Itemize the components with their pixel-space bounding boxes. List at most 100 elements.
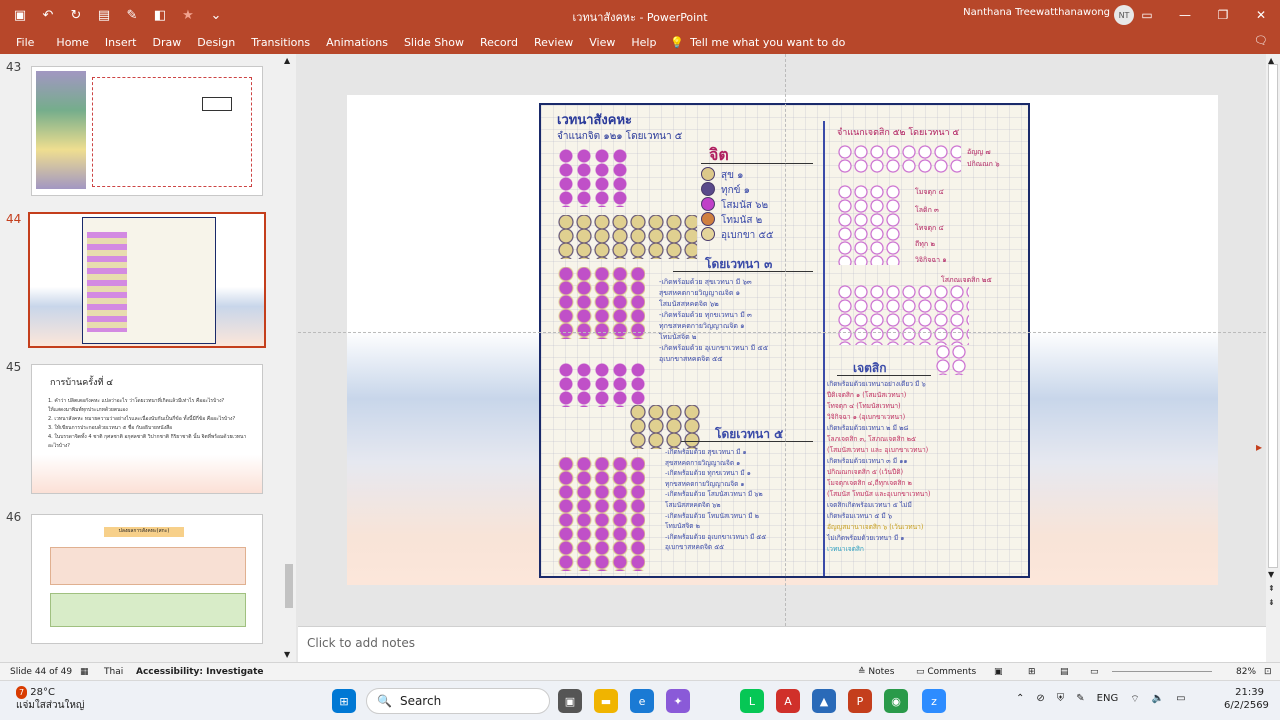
slideshow-view-icon[interactable]: ▭ xyxy=(1090,667,1099,677)
comments-button[interactable]: ▭ Comments xyxy=(916,667,976,677)
star-icon[interactable]: ★ xyxy=(178,8,198,23)
zoom-icon[interactable]: z xyxy=(922,689,946,713)
scroll-down-icon[interactable]: ▼ xyxy=(284,650,290,659)
cetasika-line: (โสมนัส โทมนัส และอุเบกขาเวทนา) xyxy=(827,490,931,498)
cetasika-line: ไม่เกิดพร้อมด้วยเวทนา มี ๑ xyxy=(827,534,905,542)
tell-me-box[interactable]: 💡 Tell me what you want to do xyxy=(670,36,845,49)
volume-icon[interactable]: 🔈 xyxy=(1152,693,1164,706)
windows-taskbar: 7 28°C แจ่มใสส่วนใหญ่ ⊞ 🔍 Search ▣ ▬ e ✦… xyxy=(0,680,1280,720)
accessibility-status[interactable]: Accessibility: Investigate xyxy=(136,667,264,677)
pen-menu-icon[interactable]: ✎ xyxy=(1076,693,1084,706)
pen-icon[interactable]: ✎ xyxy=(122,8,142,23)
close-button[interactable]: ✕ xyxy=(1242,0,1280,30)
minimize-button[interactable]: — xyxy=(1166,0,1204,30)
cetasika-line: เจตสิกเกิดพร้อมเวทนา ๕ ไม่มี xyxy=(827,501,912,509)
chevron-up-icon[interactable]: ⌃ xyxy=(1016,693,1024,706)
input-language[interactable]: ENG xyxy=(1097,693,1119,706)
photos-icon[interactable]: ▲ xyxy=(812,689,836,713)
time: 21:39 xyxy=(1235,687,1264,698)
tab-view[interactable]: View xyxy=(581,36,623,49)
powerpoint-icon[interactable]: P xyxy=(848,689,872,713)
security-icon[interactable]: ⛨ xyxy=(1057,693,1065,706)
language-indicator[interactable]: Thai xyxy=(104,667,123,677)
slide-thumbnail[interactable] xyxy=(31,66,263,196)
horizontal-guide xyxy=(298,332,1266,333)
slide-editing-area[interactable]: เวทนาสังคหะ จำแนกจิต ๑๒๑ โดยเวทนา ๕ จิต … xyxy=(298,54,1266,626)
window-controls: ▭ — ❐ ✕ xyxy=(1128,0,1280,30)
spelling-icon[interactable]: ▦ xyxy=(80,667,89,677)
slideshow-icon[interactable]: ▤ xyxy=(94,8,114,23)
tab-file[interactable]: File xyxy=(0,36,48,49)
pdf-reader-icon[interactable]: A xyxy=(776,689,800,713)
reading-view-icon[interactable]: ▤ xyxy=(1060,667,1069,677)
by3-line: -เกิดพร้อมด้วย สุขเวทนา มี ๖๓ xyxy=(659,278,752,286)
notes-pane[interactable]: Click to add notes xyxy=(298,626,1266,662)
next-slide-icon[interactable]: ⇟ xyxy=(1268,598,1275,607)
redo-icon[interactable]: ↻ xyxy=(66,8,86,23)
system-tray: ⌃ ⊘ ⛨ ✎ ENG ⌔ 🔈 ▭ xyxy=(1016,693,1186,706)
slide-thumbnail[interactable]: ปลงผลการสังคหะ(สกะ) xyxy=(31,514,263,644)
shapes-icon[interactable]: ◧ xyxy=(150,8,170,23)
battery-icon[interactable]: ▭ xyxy=(1176,693,1185,706)
clock[interactable]: 21:39 6/2/2569 xyxy=(1224,686,1269,712)
by5-line: -เกิดพร้อมด้วย อุเบกขาเวทนา มี ๕๕ xyxy=(665,532,767,541)
wifi-icon[interactable]: ⌔ xyxy=(1130,693,1139,706)
slide-thumbnail[interactable]: การบ้านครั้งที่ ๔ 1. คำว่า ปลิตเตอกังคหะ… xyxy=(31,364,263,494)
cetasika-label: อัญญ ๗ xyxy=(967,148,991,156)
notes-placeholder[interactable]: Click to add notes xyxy=(307,636,415,650)
copilot-icon[interactable]: ✦ xyxy=(666,689,690,713)
tab-slide-show[interactable]: Slide Show xyxy=(396,36,472,49)
tab-record[interactable]: Record xyxy=(472,36,526,49)
comments-icon[interactable]: 🗨 xyxy=(1254,34,1268,47)
taskbar-search[interactable]: 🔍 Search xyxy=(366,688,550,714)
jit-item: อุเบกขา ๕๕ xyxy=(721,230,774,241)
chrome-icon[interactable]: ◉ xyxy=(884,689,908,713)
save-icon[interactable]: ▣ xyxy=(10,8,30,23)
edge-icon[interactable]: e xyxy=(630,689,654,713)
scrollbar-thumb[interactable] xyxy=(1268,64,1278,568)
notes-label: Notes xyxy=(868,666,895,677)
maximize-button[interactable]: ❐ xyxy=(1204,0,1242,30)
cetasika-line: โทจตุก ๔ (โทมนัสเวทนา) xyxy=(827,402,901,410)
zoom-level[interactable]: 82% xyxy=(1236,667,1256,677)
slide-number: 43 xyxy=(6,60,22,74)
canvas-scrollbar[interactable]: ▲ ▼ ⇞ ⇟ xyxy=(1266,54,1280,662)
customize-icon[interactable]: ⌄ xyxy=(206,8,226,23)
normal-view-icon[interactable]: ▣ xyxy=(994,667,1003,677)
tab-design[interactable]: Design xyxy=(189,36,243,49)
tab-animations[interactable]: Animations xyxy=(318,36,396,49)
task-view-icon[interactable]: ▣ xyxy=(558,689,582,713)
cetasika-line: เกิดพร้อมเวทนา ๕ มี ๖ xyxy=(827,512,893,520)
zoom-slider[interactable] xyxy=(1112,671,1212,672)
scrollbar-thumb[interactable] xyxy=(285,564,293,608)
weather-widget[interactable]: 7 28°C แจ่มใสส่วนใหญ่ xyxy=(16,686,84,712)
windows-start-icon[interactable]: ⊞ xyxy=(332,689,356,713)
tab-draw[interactable]: Draw xyxy=(144,36,189,49)
thumbnail-scrollbar[interactable]: ▲ ▼ xyxy=(282,54,296,662)
cetasika-label: วิจิกิจฉา ๑ xyxy=(915,256,947,264)
current-slide[interactable]: เวทนาสังคหะ จำแนกจิต ๑๒๑ โดยเวทนา ๕ จิต … xyxy=(347,95,1218,585)
thumbnail-title: การบ้านครั้งที่ ๔ xyxy=(50,378,114,388)
search-placeholder: Search xyxy=(399,694,442,708)
line-icon[interactable]: L xyxy=(740,689,764,713)
cetasika-line: (โสมนัสเวทนา และ อุเบกขาเวทนา) xyxy=(827,446,929,454)
ribbon-display-icon[interactable]: ▭ xyxy=(1128,0,1166,30)
previous-slide-icon[interactable]: ⇞ xyxy=(1268,584,1275,593)
tab-transitions[interactable]: Transitions xyxy=(243,36,318,49)
slide-thumbnail-selected[interactable] xyxy=(28,212,266,348)
tab-help[interactable]: Help xyxy=(623,36,664,49)
location-icon[interactable]: ⊘ xyxy=(1036,693,1044,706)
slide-sorter-icon[interactable]: ⊞ xyxy=(1028,667,1036,677)
date: 6/2/2569 xyxy=(1224,700,1269,711)
user-name[interactable]: Nanthana Treewatthanawong xyxy=(963,7,1110,18)
undo-icon[interactable]: ↶ xyxy=(38,8,58,23)
scroll-down-icon[interactable]: ▼ xyxy=(1268,570,1274,579)
notes-button[interactable]: ≙ Notes xyxy=(858,667,894,677)
fit-slide-icon[interactable]: ⊡ xyxy=(1264,667,1272,677)
search-icon: 🔍 xyxy=(377,694,392,708)
tab-insert[interactable]: Insert xyxy=(97,36,145,49)
tab-review[interactable]: Review xyxy=(526,36,581,49)
tab-home[interactable]: Home xyxy=(48,36,96,49)
file-explorer-icon[interactable]: ▬ xyxy=(594,689,618,713)
scroll-up-icon[interactable]: ▲ xyxy=(284,56,290,65)
